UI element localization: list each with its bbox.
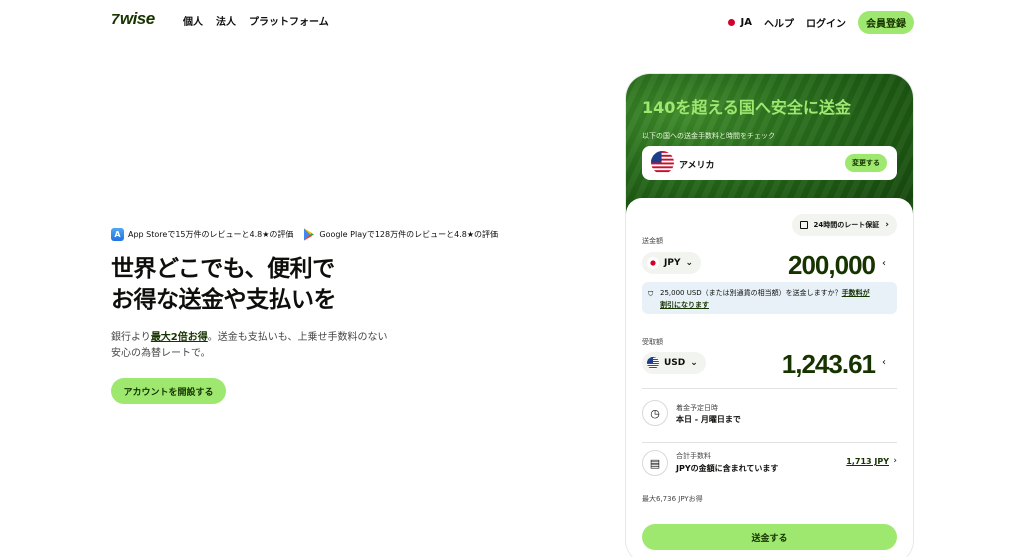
calculator-banner: 140を超える国へ安全に送金 以下の国への送金手数料と時間をチェック アメリカ … <box>626 74 913 214</box>
login-link[interactable]: ログイン <box>806 15 846 30</box>
subtext-post: 。送金も支払いも、上乗せ手数料のない <box>207 332 388 343</box>
discount-info-text: 25,000 USD（または別通貨の相当額）を送金しますか？ <box>660 289 842 297</box>
utility-nav: JA ヘルプ ログイン 会員登録 <box>727 11 914 34</box>
fee-breakdown-link[interactable]: 1,713 JPY <box>846 457 889 466</box>
us-flag-icon <box>651 151 674 174</box>
discount-info-box: ⛉ 25,000 USD（または別通貨の相当額）を送金しますか？手数料が 割引に… <box>642 282 897 314</box>
send-currency-selector[interactable]: JPY ⌄ <box>642 252 702 274</box>
send-amount-input[interactable]: 200,000 <box>788 250 876 281</box>
rate-guarantee-label: 24時間のレート保証 <box>813 221 880 229</box>
receipt-icon: ▤ <box>642 450 668 476</box>
lock-icon <box>799 221 808 229</box>
hero-subtext: 銀行より最大2倍お得。送金も支払いも、上乗せ手数料のない 安心の為替レートで。 <box>111 330 411 362</box>
wise-logo[interactable]: 7 wise <box>111 9 155 29</box>
chevron-left-icon: ‹ <box>882 258 886 269</box>
subtext-highlight: 最大2倍お得 <box>150 332 208 343</box>
change-country-button[interactable]: 変更する <box>845 154 887 172</box>
arrival-value: 本日 - 月曜日まで <box>676 415 741 424</box>
savings-text: 最大6,736 JPYお得 <box>642 495 703 503</box>
discount-link-1[interactable]: 手数料が <box>842 289 870 297</box>
app-ratings: A App Storeで15万件のレビューと4.8★の評価 Google Pla… <box>111 228 498 241</box>
help-link[interactable]: ヘルプ <box>764 15 794 30</box>
chevron-right-icon: › <box>893 456 897 466</box>
headline-line-1: 世界どこでも、便利で <box>111 256 335 282</box>
logo-text: wise <box>119 9 155 28</box>
subtext-line-2: 安心の為替レートで。 <box>111 348 211 359</box>
clock-icon: ◷ <box>642 400 668 426</box>
calculator-body: 24時間のレート保証 › 送金額 JPY ⌄ 200,000 ‹ ⛉ 25,00… <box>626 198 913 557</box>
logo-mark: 7 <box>111 10 119 28</box>
nav-business[interactable]: 法人 <box>216 13 236 28</box>
nav-platform[interactable]: プラットフォーム <box>249 13 329 28</box>
calculator-subtitle: 以下の国への送金手数料と時間をチェック <box>642 132 775 140</box>
appstore-rating[interactable]: A App Storeで15万件のレビューと4.8★の評価 <box>111 228 293 241</box>
top-header: 7 wise 個人 法人 プラットフォーム JA ヘルプ ログイン 会員登録 <box>0 0 1024 40</box>
googleplay-rating-text: Google Playで128万件のレビューと4.8★の評価 <box>319 230 498 239</box>
arrival-label: 着金予定日時 <box>676 404 718 412</box>
headline-line-2: お得な送金や支払いを <box>111 287 337 313</box>
appstore-rating-text: App Storeで15万件のレビューと4.8★の評価 <box>128 230 294 239</box>
send-currency-code: JPY <box>664 258 681 268</box>
fee-label: 合計手数料 <box>676 452 711 460</box>
signup-button[interactable]: 会員登録 <box>858 11 914 34</box>
googleplay-rating[interactable]: Google Playで128万件のレビューと4.8★の評価 <box>303 228 498 241</box>
chevron-down-icon: ⌄ <box>690 358 698 368</box>
main-nav: 個人 法人 プラットフォーム <box>183 13 329 28</box>
subtext-pre: 銀行より <box>111 332 151 343</box>
language-selector[interactable]: JA <box>727 17 752 28</box>
fee-value: JPYの金額に含まれています <box>676 464 779 473</box>
japan-flag-icon <box>727 19 735 26</box>
chevron-right-icon: › <box>885 220 889 230</box>
discount-link-2[interactable]: 割引になります <box>660 301 709 309</box>
us-flag-icon <box>647 357 659 369</box>
hero-headline: 世界どこでも、便利で お得な送金や支払いを <box>111 254 337 316</box>
calculator-title: 140を超える国へ安全に送金 <box>642 98 851 117</box>
country-name: アメリカ <box>679 161 715 171</box>
google-play-icon <box>303 228 315 241</box>
divider <box>642 388 897 389</box>
receive-amount-label: 受取額 <box>642 338 663 346</box>
receive-amount-input[interactable]: 1,243.61 <box>782 349 876 380</box>
rate-guarantee-button[interactable]: 24時間のレート保証 › <box>791 214 897 236</box>
open-account-button[interactable]: アカウントを開設する <box>111 378 226 404</box>
info-icon: ⛉ <box>648 290 654 298</box>
send-amount-label: 送金額 <box>642 237 663 245</box>
divider <box>642 442 897 443</box>
japan-flag-icon <box>647 257 659 269</box>
receive-currency-code: USD <box>664 358 686 368</box>
chevron-left-icon: ‹ <box>882 357 886 368</box>
language-label: JA <box>740 17 752 28</box>
transfer-calculator: 140を超える国へ安全に送金 以下の国への送金手数料と時間をチェック アメリカ … <box>626 74 913 557</box>
destination-country-selector[interactable]: アメリカ 変更する <box>642 146 897 180</box>
nav-personal[interactable]: 個人 <box>183 13 203 28</box>
send-money-button[interactable]: 送金する <box>642 524 897 550</box>
app-store-icon: A <box>111 228 124 241</box>
receive-currency-selector[interactable]: USD ⌄ <box>642 352 706 374</box>
chevron-down-icon: ⌄ <box>685 258 694 268</box>
